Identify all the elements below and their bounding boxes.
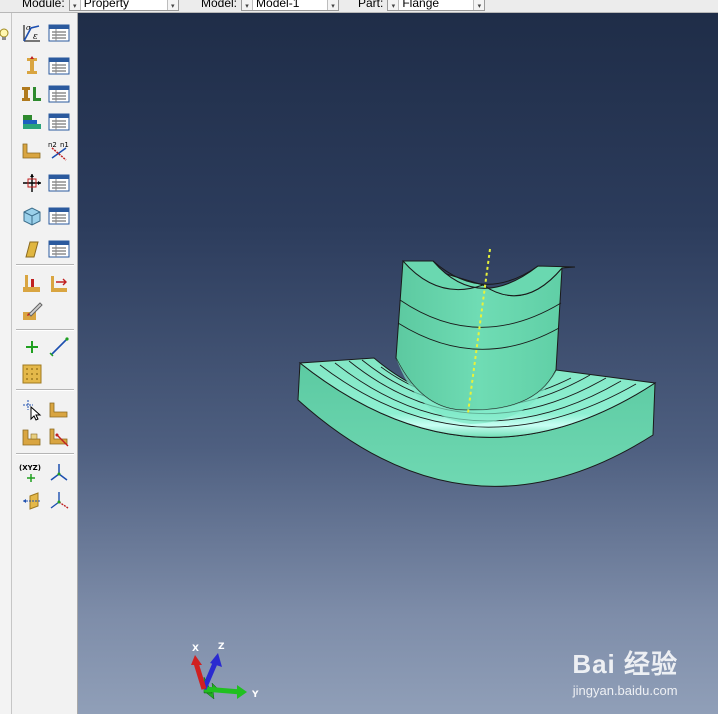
material-manager-icon[interactable] (47, 21, 71, 45)
part-dropdown-icon[interactable]: ▾ (473, 0, 485, 10)
xyz-glyph: (XYZ) (19, 464, 41, 472)
module-label: Module: (22, 0, 65, 10)
partition-select-icon[interactable] (20, 398, 44, 422)
module-dropdown-icon[interactable]: ▾ (166, 0, 178, 10)
part-prev-icon[interactable]: ▾ (388, 0, 400, 10)
part-group: Part: ▾ Flange ▾ (358, 0, 486, 11)
svg-text:n1: n1 (60, 141, 69, 149)
triad-y-label: Y (251, 690, 259, 700)
partition-cell-icon[interactable] (20, 425, 44, 449)
create-profile-icon[interactable] (20, 82, 44, 106)
skin-manager-icon[interactable] (47, 204, 71, 228)
toolbox-separator (16, 264, 74, 266)
module-value: Property (83, 0, 130, 10)
triad-x-label: X (192, 644, 199, 654)
stringer-manager-icon[interactable] (47, 237, 71, 261)
create-composite-layup-icon[interactable] (20, 110, 44, 134)
watermark-url: jingyan.baidu.com (572, 683, 678, 698)
partition-face-icon[interactable] (47, 398, 71, 422)
part-model[interactable]: X Z Y (78, 13, 718, 714)
model-value: Model-1 (256, 0, 300, 10)
triad-z-label: Z (218, 642, 225, 652)
assign-section-icon[interactable] (20, 139, 44, 163)
module-combo[interactable]: ▾ Property ▾ (68, 0, 179, 11)
create-stringer-icon[interactable] (20, 237, 44, 261)
profile-manager-icon[interactable] (47, 82, 71, 106)
toolbox: ε σ n2 n1 (XYZ) (12, 13, 78, 714)
toolbox-separator (16, 389, 74, 391)
model-group: Model: ▾ Model-1 ▾ (201, 0, 340, 11)
datum-triad-icon[interactable] (47, 489, 71, 513)
datum-axis-icon[interactable] (47, 460, 71, 484)
model-prev-icon[interactable]: ▾ (242, 0, 254, 10)
create-datum-plane-icon[interactable] (20, 362, 44, 386)
datum-transform-icon[interactable] (20, 489, 44, 513)
watermark-brand: Bai 经验 (572, 649, 678, 679)
create-skin-icon[interactable] (20, 204, 44, 228)
svg-text:σ: σ (26, 24, 31, 32)
model-dropdown-icon[interactable]: ▾ (327, 0, 339, 10)
create-material-icon[interactable]: ε σ (20, 21, 44, 45)
view-triad: X Z Y (191, 642, 259, 700)
module-prev-icon[interactable]: ▾ (69, 0, 81, 10)
part-combo[interactable]: ▾ Flange ▾ (387, 0, 486, 11)
part-value: Flange (402, 0, 440, 10)
create-axis-icon[interactable] (47, 335, 71, 359)
toolbox-separator (16, 453, 74, 455)
partition-edge-icon[interactable] (47, 425, 71, 449)
assign-beam-orientation-icon[interactable]: n2 n1 (47, 139, 71, 163)
toolbox-separator (16, 329, 74, 331)
special-springs-icon[interactable] (47, 272, 71, 296)
part-label: Part: (358, 0, 384, 10)
svg-text:ε: ε (33, 32, 38, 42)
create-point-icon[interactable] (20, 335, 44, 359)
model-combo[interactable]: ▾ Model-1 ▾ (241, 0, 340, 11)
lightbulb-icon[interactable] (0, 25, 11, 45)
assign-material-orientation-icon[interactable] (20, 171, 44, 195)
orientation-manager-icon[interactable] (47, 171, 71, 195)
query-tool-icon[interactable] (20, 299, 44, 323)
create-section-icon[interactable] (20, 54, 44, 78)
section-manager-icon[interactable] (47, 54, 71, 78)
viewport[interactable]: X Z Y Bai 经验 jingyan.baidu.com (78, 13, 718, 714)
context-bar: Module: ▾ Property ▾ Model: ▾ Model-1 ▾ … (0, 0, 718, 13)
datum-csys-icon[interactable]: (XYZ) (18, 460, 46, 484)
model-label: Model: (201, 0, 238, 10)
baidu-watermark: Bai 经验 jingyan.baidu.com (572, 644, 678, 698)
composite-layup-manager-icon[interactable] (47, 110, 71, 134)
special-inertia-icon[interactable] (20, 272, 44, 296)
left-strip (0, 13, 12, 714)
module-group: Module: ▾ Property ▾ (22, 0, 179, 11)
